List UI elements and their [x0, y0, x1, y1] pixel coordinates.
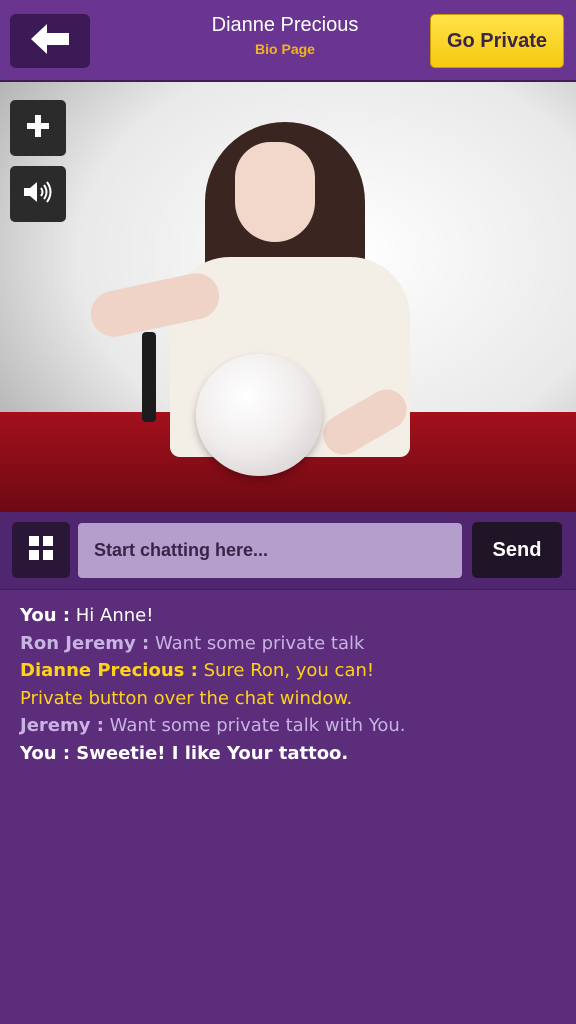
chat-message-input[interactable] [78, 523, 462, 578]
chat-message: Ron Jeremy : Want some private talk [20, 630, 560, 658]
page-title: Dianne Precious [211, 14, 359, 36]
zoom-button[interactable] [10, 100, 66, 156]
chat-message: Jeremy : Want some private talk with You… [20, 712, 560, 740]
arrow-left-icon [31, 24, 69, 58]
video-stream[interactable] [0, 82, 576, 512]
plus-icon [25, 113, 51, 143]
message-text: Private button over the chat window. [20, 687, 353, 709]
go-private-button[interactable]: Go Private [430, 14, 564, 68]
chat-message: Dianne Precious : Sure Ron, you can! [20, 657, 560, 685]
message-sender: You : [20, 605, 71, 626]
message-text: Want some private talk with You. [103, 715, 406, 736]
video-performer-face [235, 142, 315, 242]
title-block: Dianne Precious Bio Page [150, 12, 420, 60]
menu-button[interactable] [12, 522, 70, 578]
message-sender: Ron Jeremy : [20, 632, 150, 654]
message-text: Hi Anne! [70, 605, 154, 626]
grid-icon [28, 535, 54, 565]
chat-log: You : Hi Anne! Ron Jeremy : Want some pr… [20, 602, 560, 767]
sound-button[interactable] [10, 166, 66, 222]
send-button[interactable]: Send [472, 522, 562, 578]
message-text: Sweetie! I like Your tattoo. [76, 742, 349, 764]
message-sender: Jeremy : [20, 715, 104, 736]
chat-message: Private button over the chat window. [20, 685, 560, 713]
video-chair [142, 332, 156, 422]
message-text: Sure Ron, you can! [197, 660, 375, 681]
bio-page-link[interactable]: Bio Page [150, 38, 420, 60]
speaker-icon [22, 180, 54, 208]
message-sender: You : [20, 742, 77, 764]
chat-input-bar: Send [0, 512, 576, 590]
chat-message: You : Hi Anne! [20, 602, 560, 630]
message-sender: Dianne Precious : [20, 660, 198, 681]
chat-message: You : Sweetie! I like Your tattoo. [20, 740, 560, 768]
message-text: Want some private talk [149, 632, 365, 654]
back-button[interactable] [10, 14, 90, 68]
top-bar: Dianne Precious Bio Page Go Private [0, 0, 576, 82]
video-crystal-ball [196, 354, 322, 476]
